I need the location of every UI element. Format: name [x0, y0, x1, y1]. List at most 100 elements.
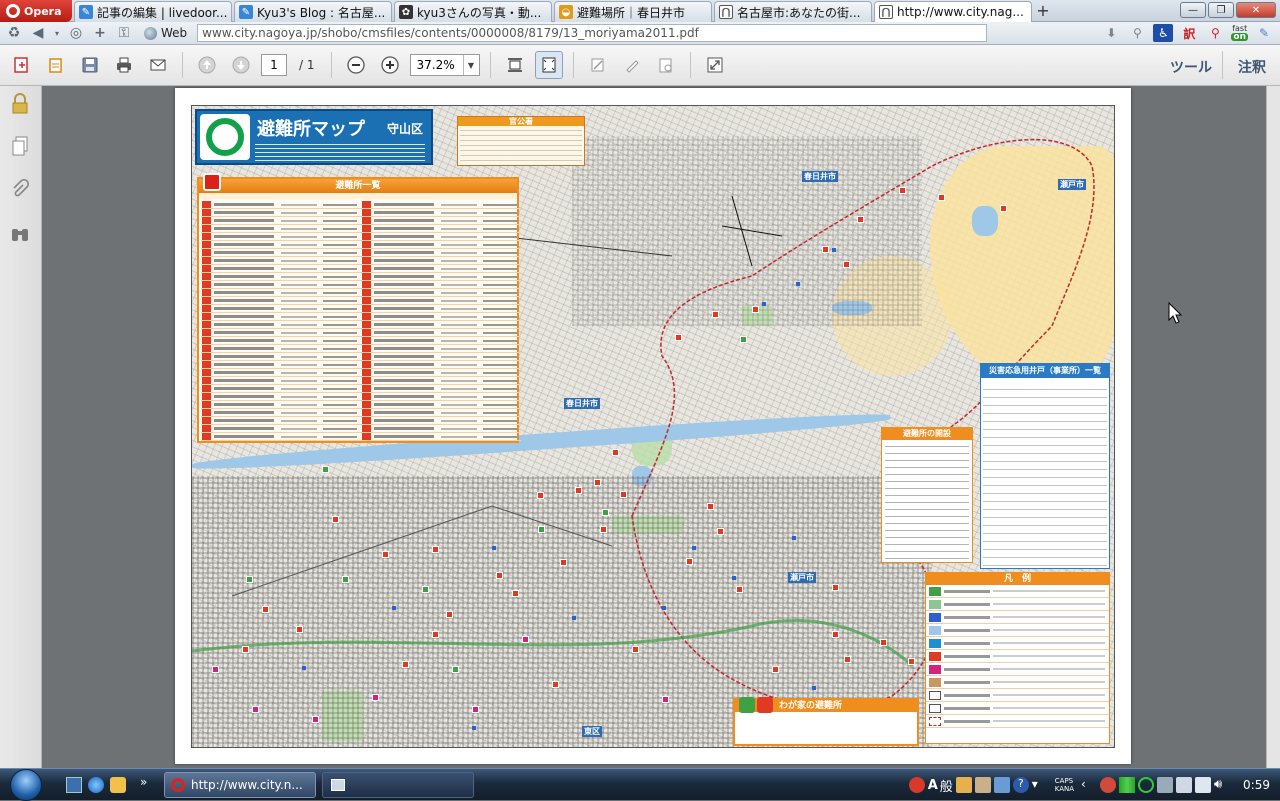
shelter-marker[interactable]	[242, 646, 249, 653]
new-tab-button[interactable]: +	[1032, 0, 1054, 21]
shelter-marker[interactable]	[512, 590, 519, 597]
shelter-marker[interactable]	[712, 311, 719, 318]
tray-expand-icon[interactable]: ‹	[1081, 777, 1097, 793]
tab-nagoya-pdf[interactable]: ⋂ http://www.city.nag...	[874, 1, 1032, 22]
link-icon[interactable]: ⚲	[1127, 24, 1147, 42]
accessibility-icon[interactable]: ♿	[1153, 24, 1174, 42]
shelter-marker[interactable]	[772, 666, 779, 673]
wide-area-shelter-marker[interactable]	[538, 526, 545, 533]
tab-nagoya-city[interactable]: ⋂ 名古屋市:あなたの街...	[714, 1, 872, 22]
volume-icon[interactable]: 🔊︎	[1214, 777, 1230, 793]
hospital-marker[interactable]	[372, 694, 379, 701]
signal-icon[interactable]	[1119, 777, 1136, 793]
fullscreen-button[interactable]	[701, 51, 729, 79]
shelter-marker[interactable]	[880, 639, 887, 646]
pdf-document-area[interactable]: 春日井市 瀬戸市 春日井市 瀬戸市 東区 避難所マップ 守山区 官公署 避難所一…	[42, 86, 1266, 768]
attachment-icon[interactable]	[8, 178, 32, 202]
page-number-input[interactable]: 1	[261, 54, 287, 76]
translate-icon[interactable]: 訳	[1179, 24, 1199, 42]
clock[interactable]: 0:59	[1243, 778, 1270, 792]
pin-icon[interactable]: ✎	[1254, 24, 1274, 42]
back-button[interactable]: ◀	[28, 24, 48, 42]
pages-icon[interactable]	[8, 134, 32, 158]
share-button[interactable]	[652, 51, 680, 79]
shelter-marker[interactable]	[832, 584, 839, 591]
lock-icon[interactable]	[8, 92, 32, 116]
monitor-icon[interactable]	[1176, 777, 1193, 793]
tab-kyu3-photo[interactable]: ✿ kyu3さんの写真・動...	[394, 1, 552, 22]
taskbar-opera-button[interactable]: http://www.city.n...	[164, 772, 316, 798]
tab-kyu3-blog[interactable]: ✎ Kyu3's Blog : 名古屋...	[234, 1, 392, 22]
chevron-down-icon[interactable]: ▼	[462, 55, 479, 75]
add-bookmark-button[interactable]: +	[90, 24, 110, 42]
edit-pdf-button[interactable]	[42, 51, 70, 79]
zoom-in-button[interactable]	[376, 51, 404, 79]
shelter-marker[interactable]	[675, 334, 682, 341]
next-page-button[interactable]	[227, 51, 255, 79]
shelter-marker[interactable]	[575, 487, 582, 494]
vertical-scrollbar[interactable]	[1266, 86, 1280, 768]
zoom-out-button[interactable]	[342, 51, 370, 79]
shelter-marker[interactable]	[717, 528, 724, 535]
ime-pad-icon[interactable]	[993, 777, 1010, 793]
hospital-marker[interactable]	[662, 696, 669, 703]
hospital-marker[interactable]	[522, 636, 529, 643]
shelter-marker[interactable]	[822, 246, 829, 253]
internet-explorer-icon[interactable]	[88, 777, 104, 793]
network-icon[interactable]	[1138, 777, 1155, 793]
shelter-marker[interactable]	[938, 194, 945, 201]
email-button[interactable]	[144, 51, 172, 79]
shelter-marker[interactable]	[857, 216, 864, 223]
flag-icon[interactable]	[1195, 777, 1212, 793]
shelter-marker[interactable]	[332, 516, 339, 523]
ime-dict-icon[interactable]	[974, 777, 991, 793]
wide-area-shelter-marker[interactable]	[322, 466, 329, 473]
usb-icon[interactable]	[1157, 777, 1174, 793]
shelter-marker[interactable]	[686, 558, 693, 565]
fit-page-button[interactable]	[534, 51, 563, 79]
wide-area-shelter-marker[interactable]	[452, 666, 459, 673]
minimize-button[interactable]: —	[1180, 2, 1206, 18]
previous-page-button[interactable]	[193, 51, 221, 79]
shelter-marker[interactable]	[707, 503, 714, 510]
shelter-marker[interactable]	[296, 626, 303, 633]
zoom-select[interactable]: 37.2% ▼	[409, 54, 480, 76]
help-icon[interactable]: ?	[1012, 777, 1029, 793]
shelter-marker[interactable]	[844, 656, 851, 663]
wide-area-shelter-marker[interactable]	[246, 576, 253, 583]
wand-icon[interactable]: ⚿	[114, 24, 134, 42]
shelter-marker[interactable]	[537, 492, 544, 499]
opera-menu-button[interactable]: Opera	[0, 0, 72, 22]
shelter-marker[interactable]	[908, 658, 915, 665]
shelter-marker[interactable]	[899, 187, 906, 194]
close-button[interactable]: ✕	[1236, 2, 1276, 18]
shelter-marker[interactable]	[832, 631, 839, 638]
print-button[interactable]	[110, 51, 138, 79]
trash-icon[interactable]: ♻	[4, 24, 24, 42]
fast-on-icon[interactable]: fast on	[1231, 25, 1248, 42]
binoculars-icon[interactable]	[8, 222, 32, 246]
taskbar-window-button[interactable]	[322, 772, 474, 798]
shelter-marker[interactable]	[432, 546, 439, 553]
shelter-marker[interactable]	[632, 646, 639, 653]
shelter-marker[interactable]	[612, 449, 619, 456]
wide-area-shelter-marker[interactable]	[740, 336, 747, 343]
shelter-marker[interactable]	[446, 611, 453, 618]
ime-options-icon[interactable]: ▾	[1032, 777, 1048, 793]
forward-dropdown-icon[interactable]: ▾	[52, 24, 62, 42]
wide-area-shelter-marker[interactable]	[422, 586, 429, 593]
folder-icon[interactable]	[110, 777, 126, 793]
shelter-marker[interactable]	[620, 491, 627, 498]
tab-blog-edit[interactable]: ✎ 記事の編集 | livedoor...	[74, 1, 232, 22]
hospital-marker[interactable]	[312, 716, 319, 723]
tab-kasugai-shelter[interactable]: ◒ 避難場所｜春日井市	[554, 1, 712, 22]
tray-app-icon[interactable]	[908, 777, 925, 793]
search-engine-selector[interactable]: Web	[138, 24, 193, 42]
comments-button[interactable]: 注釈	[1238, 57, 1266, 77]
shelter-marker[interactable]	[262, 606, 269, 613]
shelter-marker[interactable]	[432, 631, 439, 638]
shelter-marker[interactable]	[736, 586, 743, 593]
shelter-marker[interactable]	[1000, 205, 1007, 212]
shelter-marker[interactable]	[843, 261, 850, 268]
tray-icon-red[interactable]	[1100, 777, 1117, 793]
